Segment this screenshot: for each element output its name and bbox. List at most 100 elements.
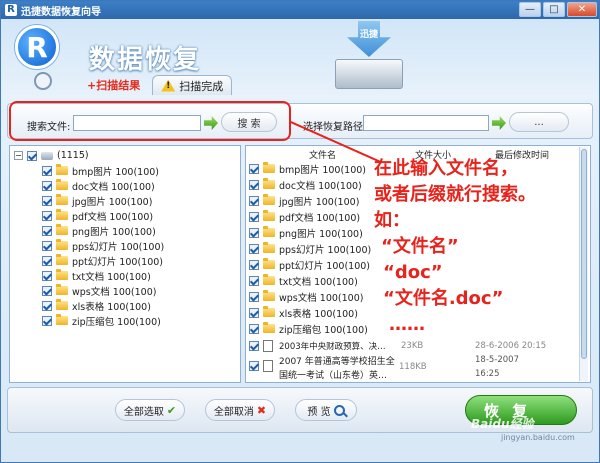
list-item[interactable]: xls表格 100(100) [249, 305, 358, 320]
tree-item[interactable]: zip压缩包 100(100) [42, 313, 161, 328]
checkbox[interactable] [249, 211, 259, 222]
checkbox[interactable] [42, 285, 52, 296]
tab-scan-results[interactable]: +扫描结果 [79, 75, 148, 95]
folder-icon [56, 209, 68, 220]
checkbox[interactable] [249, 307, 259, 318]
checkbox[interactable] [42, 315, 52, 326]
tree-item[interactable]: xls表格 100(100) [42, 298, 151, 313]
check-icon: ✔ [166, 403, 177, 417]
checkbox[interactable] [42, 255, 52, 266]
checkbox[interactable] [249, 275, 259, 286]
checkbox[interactable] [249, 323, 259, 334]
checkbox[interactable] [42, 270, 52, 281]
checkbox[interactable] [249, 227, 259, 238]
folder-icon [263, 242, 275, 253]
checkbox[interactable] [249, 179, 259, 190]
checkbox[interactable] [249, 291, 259, 302]
title-bar[interactable]: R 迅捷数据恢复向导 — □ ✕ [1, 1, 599, 19]
tree-item[interactable]: pps幻灯片 100(100) [42, 238, 164, 253]
search-button[interactable]: 搜 索 [221, 112, 277, 132]
list-item-label: jpg图片 100(100) [279, 196, 360, 208]
folder-icon [263, 226, 275, 237]
checkbox[interactable] [249, 243, 259, 254]
checkbox[interactable] [42, 300, 52, 311]
preview-label: 预 览 [307, 406, 331, 418]
tree-item-label: doc文档 100(100) [72, 181, 155, 193]
list-item[interactable]: jpg图片 100(100) [249, 193, 359, 208]
search-file-input[interactable] [73, 115, 201, 131]
list-item-label: xls表格 100(100) [279, 308, 358, 320]
tree-item[interactable]: txt文档 100(100) [42, 268, 151, 283]
checkbox[interactable] [249, 340, 259, 351]
list-item[interactable]: ppt幻灯片 100(100) [249, 257, 370, 272]
cancel-all-button[interactable]: 全部取消 ✖ [205, 399, 275, 421]
tree-item[interactable]: jpg图片 100(100) [42, 193, 152, 208]
column-header-name[interactable]: 文件名 [309, 148, 336, 161]
document-icon [263, 359, 273, 372]
checkbox[interactable] [27, 150, 37, 161]
annotation-line: 在此输入文件名， [374, 158, 518, 179]
list-item[interactable]: zip压缩包 100(100) [249, 321, 368, 336]
cancel-all-label: 全部取消 [213, 406, 254, 418]
tree-item[interactable]: png图片 100(100) [42, 223, 156, 238]
tab-bar: +扫描结果 扫描完成 [79, 75, 233, 95]
checkbox[interactable] [42, 210, 52, 221]
close-button[interactable]: ✕ [567, 2, 597, 17]
checkbox[interactable] [249, 163, 259, 174]
tab-scan-complete-label: 扫描完成 [179, 79, 224, 93]
tree-item[interactable]: ppt幻灯片 100(100) [42, 253, 163, 268]
list-item[interactable]: pdf文档 100(100) [249, 209, 360, 224]
annotation-line: 如： [374, 210, 410, 231]
app-icon: R [5, 4, 17, 16]
list-item[interactable]: txt文档 100(100) [249, 273, 358, 288]
select-all-button[interactable]: 全部选取 ✔ [115, 399, 185, 421]
checkbox[interactable] [42, 195, 52, 206]
tree-root[interactable]: − (1115) [14, 148, 89, 163]
list-item[interactable]: wps文档 100(100) [249, 289, 363, 304]
folder-icon [56, 179, 68, 190]
scrollbar-thumb[interactable] [581, 149, 587, 359]
checkbox[interactable] [42, 180, 52, 191]
window-controls: — □ ✕ [519, 2, 597, 17]
checkbox[interactable] [42, 240, 52, 251]
file-list-scrollbar[interactable] [579, 147, 588, 381]
checkbox[interactable] [249, 360, 259, 371]
list-item[interactable]: pps幻灯片 100(100) [249, 241, 371, 256]
list-item-label: txt文档 100(100) [279, 276, 358, 288]
checkbox[interactable] [42, 225, 52, 236]
file-row[interactable] [249, 358, 279, 373]
folder-icon [263, 306, 275, 317]
tree-item[interactable]: pdf文档 100(100) [42, 208, 153, 223]
checkbox[interactable] [249, 195, 259, 206]
folder-icon [56, 164, 68, 175]
tree-item-label: bmp图片 100(100) [72, 166, 160, 178]
checkbox[interactable] [249, 259, 259, 270]
tree-item-label: png图片 100(100) [72, 226, 156, 238]
file-row[interactable]: 2003年中央财政预算、决… [249, 338, 399, 353]
collapse-icon[interactable]: − [14, 151, 23, 160]
checkbox[interactable] [42, 165, 52, 176]
preview-button[interactable]: 预 览 [295, 399, 357, 421]
list-item-label: doc文档 100(100) [279, 180, 362, 192]
maximize-button[interactable]: □ [543, 2, 565, 17]
tab-scan-complete[interactable]: 扫描完成 [152, 75, 233, 95]
list-item[interactable]: doc文档 100(100) [249, 177, 362, 192]
minimize-button[interactable]: — [519, 2, 541, 17]
list-item-label: bmp图片 100(100) [279, 164, 367, 176]
restore-path-input[interactable] [363, 115, 489, 131]
list-item-label: wps文档 100(100) [279, 292, 364, 304]
list-item[interactable]: png图片 100(100) [249, 225, 363, 240]
select-all-label: 全部选取 [123, 406, 164, 418]
browse-button[interactable]: ... [509, 112, 569, 132]
tree-item[interactable]: bmp图片 100(100) [42, 163, 159, 178]
file-name-line2: 国统一考试（山东卷）英… [279, 371, 388, 381]
list-item[interactable]: bmp图片 100(100) [249, 161, 366, 176]
folder-icon [56, 269, 68, 280]
list-item-label: png图片 100(100) [279, 228, 363, 240]
window-title: 迅捷数据恢复向导 [21, 6, 101, 18]
clock-icon [34, 72, 52, 90]
tree-item[interactable]: doc文档 100(100) [42, 178, 155, 193]
folder-icon [56, 254, 68, 265]
magnifier-icon [333, 404, 345, 416]
tree-item[interactable]: wps文档 100(100) [42, 283, 156, 298]
